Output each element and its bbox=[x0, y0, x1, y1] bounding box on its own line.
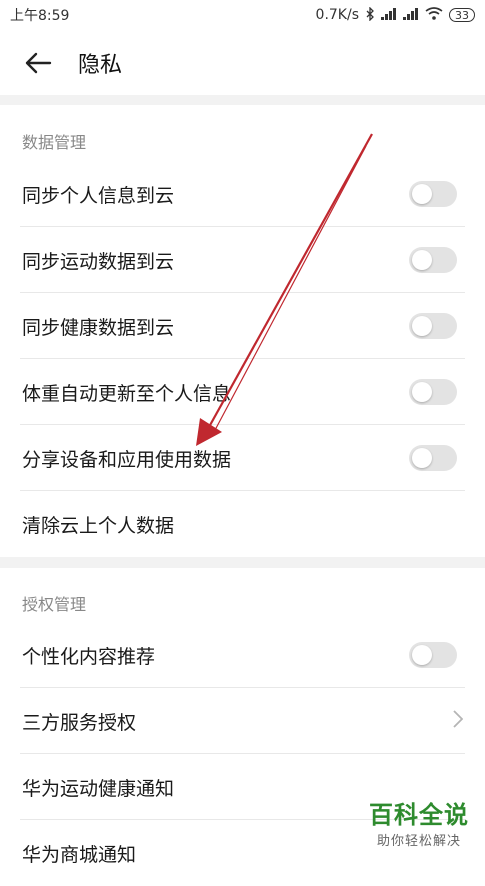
sync-profile-toggle[interactable] bbox=[409, 181, 457, 207]
status-bar: 上午8:59 0.7K/s 33 bbox=[0, 0, 485, 30]
back-button[interactable] bbox=[18, 43, 58, 83]
section-separator bbox=[0, 557, 485, 568]
weight-update-toggle[interactable] bbox=[409, 379, 457, 405]
row-label: 华为商城通知 bbox=[22, 843, 137, 866]
personalized-content-toggle[interactable] bbox=[409, 642, 457, 668]
watermark-logo: 百科全说 助你轻松解决 bbox=[369, 795, 469, 849]
row-label: 个性化内容推荐 bbox=[22, 645, 156, 668]
row-share-usage[interactable]: 分享设备和应用使用数据 bbox=[0, 425, 485, 491]
arrow-left-icon bbox=[25, 52, 52, 73]
app-header: 隐私 bbox=[0, 30, 485, 95]
section-header-auth: 授权管理 bbox=[22, 595, 87, 614]
row-label: 三方服务授权 bbox=[22, 711, 137, 734]
sync-health-toggle[interactable] bbox=[409, 313, 457, 339]
row-label: 同步运动数据到云 bbox=[22, 250, 175, 273]
section-header-data: 数据管理 bbox=[22, 133, 87, 152]
share-usage-toggle[interactable] bbox=[409, 445, 457, 471]
status-time: 上午8:59 bbox=[10, 8, 70, 24]
row-third-party-auth[interactable]: 三方服务授权 bbox=[0, 688, 485, 754]
row-clear-cloud-data[interactable]: 清除云上个人数据 bbox=[0, 491, 485, 557]
row-weight-update[interactable]: 体重自动更新至个人信息 bbox=[0, 359, 485, 425]
row-sync-health[interactable]: 同步健康数据到云 bbox=[0, 293, 485, 359]
signal-icon-2 bbox=[403, 7, 419, 23]
row-personalized-content[interactable]: 个性化内容推荐 bbox=[0, 622, 485, 688]
battery-icon: 33 bbox=[449, 8, 475, 22]
row-label: 华为运动健康通知 bbox=[22, 777, 175, 800]
sync-sport-toggle[interactable] bbox=[409, 247, 457, 273]
page-title: 隐私 bbox=[78, 52, 123, 78]
row-label: 同步健康数据到云 bbox=[22, 316, 175, 339]
wifi-icon bbox=[425, 7, 443, 23]
watermark-main: 百科全说 bbox=[369, 801, 469, 829]
chevron-right-icon bbox=[453, 710, 464, 732]
row-label: 分享设备和应用使用数据 bbox=[22, 448, 232, 471]
row-sync-profile[interactable]: 同步个人信息到云 bbox=[0, 161, 485, 227]
signal-icon-1 bbox=[381, 7, 397, 23]
net-speed: 0.7K/s bbox=[315, 7, 359, 23]
row-sync-sport[interactable]: 同步运动数据到云 bbox=[0, 227, 485, 293]
row-label: 同步个人信息到云 bbox=[22, 184, 175, 207]
row-label: 体重自动更新至个人信息 bbox=[22, 382, 232, 405]
status-icons: 0.7K/s 33 bbox=[315, 5, 475, 24]
watermark-sub: 助你轻松解决 bbox=[376, 834, 461, 849]
bluetooth-icon bbox=[365, 5, 375, 24]
section-separator bbox=[0, 95, 485, 105]
row-label: 清除云上个人数据 bbox=[22, 514, 175, 537]
